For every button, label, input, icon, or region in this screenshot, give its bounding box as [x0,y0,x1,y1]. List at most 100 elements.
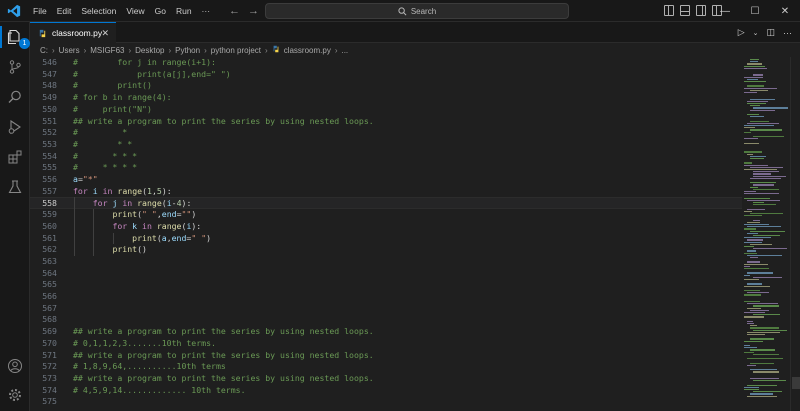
line-number[interactable]: 555 [30,162,57,174]
line-number[interactable]: 554 [30,151,57,163]
line-number[interactable]: 568 [30,314,57,326]
code-line[interactable]: 562 print() [30,244,742,256]
code-line[interactable]: 554 # * * * [30,151,742,163]
toggle-panel-icon[interactable] [680,5,690,16]
menu-item[interactable]: Edit [52,0,77,22]
code-line[interactable]: 572 # 1,8,9,64,..........10th terms [30,361,742,373]
code-line[interactable]: 546 # for j in range(i+1): [30,57,742,69]
code-line[interactable]: 560 for k in range(i): [30,221,742,233]
more-actions-icon[interactable]: ··· [783,28,792,38]
breadcrumb-item[interactable]: Desktop [135,46,164,55]
code-line[interactable]: 563 [30,256,742,268]
source-control-icon[interactable] [5,57,25,77]
line-number[interactable]: 573 [30,373,57,385]
menu-item[interactable]: ··· [197,0,216,22]
run-debug-icon[interactable] [5,117,25,137]
extensions-icon[interactable] [5,147,25,167]
line-number[interactable]: 561 [30,233,57,245]
testing-icon[interactable] [5,177,25,197]
code-line[interactable]: 570 # 0,1,1,2,3.......10th terms. [30,338,742,350]
close-tab-icon[interactable]: ✕ [101,28,109,39]
code-line[interactable]: 569 ## write a program to print the serie… [30,326,742,338]
line-number[interactable]: 563 [30,256,57,268]
run-python-file-icon[interactable]: ▷ [738,27,745,38]
menu-item[interactable]: Go [150,0,171,22]
toggle-secondary-sidebar-icon[interactable] [696,5,706,16]
close-window-icon[interactable]: ✕ [770,0,800,22]
line-number[interactable]: 551 [30,116,57,128]
breadcrumb-item[interactable]: python project [211,46,261,55]
line-number[interactable]: 574 [30,385,57,397]
breadcrumb-item[interactable]: Users [59,46,80,55]
line-number[interactable]: 547 [30,69,57,81]
line-number[interactable]: 575 [30,396,57,408]
line-number[interactable]: 570 [30,338,57,350]
code-line[interactable]: 571 ## write a program to print the serie… [30,350,742,362]
code-line[interactable]: 574 # 4,5,9,14............. 10th terms. [30,385,742,397]
command-center-search[interactable]: Search [265,3,569,19]
line-number[interactable]: 559 [30,209,57,221]
minimize-icon[interactable]: — [710,0,740,22]
code-line[interactable]: 564 [30,268,742,280]
line-number[interactable]: 550 [30,104,57,116]
breadcrumb-item[interactable]: classroom.py [284,46,331,55]
code-line[interactable]: 565 [30,279,742,291]
chevron-down-icon[interactable]: ⌄ [753,29,759,37]
settings-gear-icon[interactable] [5,385,25,405]
line-number[interactable]: 569 [30,326,57,338]
line-number[interactable]: 564 [30,268,57,280]
breadcrumb-item[interactable]: MSIGF63 [90,46,124,55]
menu-item[interactable]: View [121,0,149,22]
code-line[interactable]: 566 [30,291,742,303]
maximize-icon[interactable]: ☐ [740,0,770,22]
code-line[interactable]: 555 # * * * * [30,162,742,174]
line-number[interactable]: 566 [30,291,57,303]
code-line[interactable]: 551 ## write a program to print the serie… [30,116,742,128]
account-icon[interactable] [5,356,25,376]
split-editor-icon[interactable]: ◫ [766,27,775,38]
code-line[interactable]: 557 for i in range(1,5): [30,186,742,198]
line-number[interactable]: 546 [30,57,57,69]
search-icon[interactable] [5,87,25,107]
code-line[interactable]: 559 print(" ",end="") [30,209,742,221]
tab-classroom-py[interactable]: classroom.py ✕ [30,22,116,43]
code-line[interactable]: 575 [30,396,742,408]
toggle-primary-sidebar-icon[interactable] [664,5,674,16]
line-number[interactable]: 553 [30,139,57,151]
line-number[interactable]: 572 [30,361,57,373]
back-arrow-icon[interactable]: ← [229,5,240,17]
code-line[interactable]: 550 # print("N") [30,104,742,116]
vertical-scrollbar[interactable] [790,57,800,411]
forward-arrow-icon[interactable]: → [248,5,259,17]
code-editor[interactable]: 546 # for j in range(i+1): 547 # print(a[j]… [30,57,742,411]
code-line[interactable]: 549 # for b in range(4): [30,92,742,104]
code-line[interactable]: 553 # * * [30,139,742,151]
code-line[interactable]: 558 for j in range(i-4): [30,197,742,210]
code-line[interactable]: 556 a="*" [30,174,742,186]
line-number[interactable]: 556 [30,174,57,186]
line-number[interactable]: 565 [30,279,57,291]
menu-item[interactable]: Selection [76,0,121,22]
line-number[interactable]: 552 [30,127,57,139]
line-number[interactable]: 571 [30,350,57,362]
line-number[interactable]: 567 [30,303,57,315]
line-number[interactable]: 548 [30,80,57,92]
minimap[interactable] [742,57,790,411]
code-line[interactable]: 573 ## write a program to print the serie… [30,373,742,385]
code-line[interactable]: 567 [30,303,742,315]
code-line[interactable]: 561 print(a,end=" ") [30,233,742,245]
scrollbar-thumb[interactable] [792,377,800,389]
line-number[interactable]: 549 [30,92,57,104]
explorer-icon[interactable]: 1 [5,27,30,49]
code-line[interactable]: 568 [30,314,742,326]
menu-item[interactable]: Run [171,0,197,22]
code-line[interactable]: 547 # print(a[j],end=" ") [30,69,742,81]
breadcrumb-item[interactable]: ... [341,46,348,55]
line-number[interactable]: 560 [30,221,57,233]
code-line[interactable]: 548 # print() [30,80,742,92]
breadcrumb-item[interactable]: C: [40,46,48,55]
line-number[interactable]: 562 [30,244,57,256]
breadcrumb-item[interactable]: Python [175,46,200,55]
code-line[interactable]: 552 # * [30,127,742,139]
menu-item[interactable]: File [28,0,52,22]
